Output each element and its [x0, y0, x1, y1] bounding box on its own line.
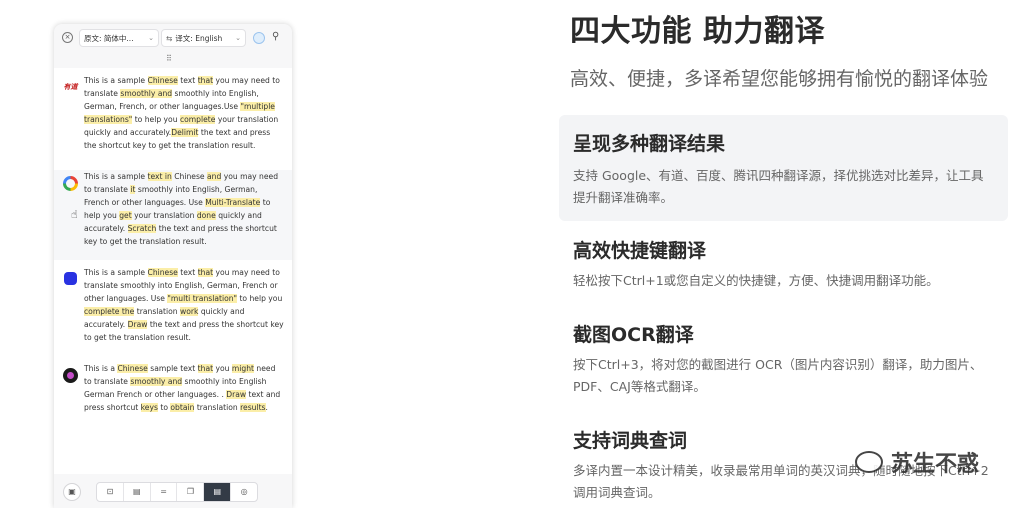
- target-language-select[interactable]: ⇆ 译文: English ⌄: [161, 29, 246, 47]
- translator-bottom-bar: ▣ ⊡ ▤ = ❐ ▤ ◎: [54, 476, 292, 508]
- page-title: 四大功能 助力翻译: [570, 14, 825, 49]
- highlighted-word: that: [197, 364, 214, 373]
- result-baidu: This is a sample Chinese text that you m…: [54, 266, 292, 356]
- translation-text: This is a Chinese sample text that you m…: [84, 364, 281, 412]
- target-language-label: 译文:: [175, 33, 193, 43]
- document-icon[interactable]: ▤: [204, 483, 232, 501]
- feature-ocr[interactable]: 截图OCR翻译 按下Ctrl+3，将对您的截图进行 OCR（图片内容识别）翻译，…: [559, 314, 1008, 402]
- highlighted-word: work: [180, 307, 199, 316]
- shield-icon[interactable]: [253, 32, 265, 44]
- highlighted-word: might: [231, 364, 254, 373]
- highlighted-word: results: [240, 403, 266, 412]
- translation-results: 有道 This is a sample Chinese text that yo…: [54, 68, 292, 474]
- highlighted-word: Multi-Translate: [205, 198, 261, 207]
- highlighted-word: done: [196, 211, 216, 220]
- feature-description: 轻松按下Ctrl+1或您自定义的快捷键，方便、快捷调用翻译功能。: [573, 273, 939, 288]
- translation-text: This is a sample text in Chinese and you…: [84, 172, 279, 246]
- baidu-logo-icon: [64, 272, 77, 285]
- highlighted-word: complete the: [84, 307, 135, 316]
- highlighted-word: Draw: [127, 320, 148, 329]
- highlighted-word: obtain: [170, 403, 195, 412]
- target-language-value: English: [195, 33, 223, 43]
- result-youdao: 有道 This is a sample Chinese text that yo…: [54, 74, 292, 164]
- chevron-down-icon: ⌄: [148, 34, 154, 42]
- translator-toolbar: ⊡ ▤ = ❐ ▤ ◎: [96, 482, 258, 502]
- pin-icon[interactable]: ⚲: [272, 31, 279, 42]
- translation-text: This is a sample Chinese text that you m…: [84, 268, 284, 342]
- copy-icon[interactable]: ❐: [177, 483, 205, 501]
- page-subtitle: 高效、便捷，多译希望您能够拥有愉悦的翻译体验: [570, 68, 989, 90]
- result-google: ☝ This is a sample text in Chinese and y…: [54, 170, 292, 260]
- feature-description: 按下Ctrl+3，将对您的截图进行 OCR（图片内容识别）翻译，助力图片、PDF…: [573, 357, 983, 394]
- watermark-text: 苏生不惑: [891, 452, 980, 477]
- feature-title: 高效快捷键翻译: [573, 240, 707, 262]
- highlighted-word: Draw: [226, 390, 247, 399]
- result-tencent: This is a Chinese sample text that you m…: [54, 362, 292, 426]
- feature-multi-results[interactable]: 呈现多种翻译结果 支持 Google、有道、百度、腾讯四种翻译源，择优挑选对比差…: [559, 115, 1008, 221]
- feature-title: 支持词典查词: [573, 430, 688, 452]
- close-icon[interactable]: ×: [62, 32, 73, 43]
- swap-icon[interactable]: ⇆: [166, 34, 172, 43]
- highlighted-word: that: [197, 268, 214, 277]
- clipboard-icon[interactable]: ▤: [124, 483, 151, 501]
- source-language-label: 原文:: [84, 33, 102, 43]
- highlighted-word: Scratch: [127, 224, 157, 233]
- watermark: 苏生不惑: [855, 446, 979, 478]
- highlighted-word: text in: [147, 172, 172, 181]
- drag-handle-icon[interactable]: ⠿: [166, 54, 173, 63]
- chevron-down-icon: ⌄: [235, 34, 241, 42]
- highlighted-word: that: [197, 76, 214, 85]
- screenshot-icon[interactable]: ▣: [63, 483, 81, 501]
- highlighted-word: Chinese: [147, 76, 178, 85]
- feature-shortcut[interactable]: 高效快捷键翻译 轻松按下Ctrl+1或您自定义的快捷键，方便、快捷调用翻译功能。: [559, 230, 1008, 300]
- youdao-logo-icon: 有道: [63, 80, 78, 95]
- translation-text: This is a sample Chinese text that you m…: [84, 76, 280, 150]
- wechat-icon: [855, 451, 883, 473]
- highlighted-word: get: [119, 211, 132, 220]
- hand-cursor-icon: ☝: [71, 208, 78, 221]
- highlighted-word: Delimit: [171, 128, 199, 137]
- highlighted-word: and: [207, 172, 222, 181]
- highlighted-word: it: [130, 185, 136, 194]
- highlighted-word: complete: [179, 115, 216, 124]
- highlighted-word: smoothly and: [130, 377, 183, 386]
- stop-icon[interactable]: ⊡: [97, 483, 124, 501]
- translator-window: × 原文: 简体中... ⌄ ⇆ 译文: English ⌄ ⚲ ⠿ 有道 Th…: [54, 24, 292, 508]
- source-language-select[interactable]: 原文: 简体中... ⌄: [79, 29, 159, 47]
- google-logo-icon: [63, 176, 78, 191]
- feature-title: 呈现多种翻译结果: [573, 133, 726, 155]
- highlighted-word: Chinese: [147, 268, 178, 277]
- menu-icon[interactable]: =: [151, 483, 178, 501]
- highlighted-word: keys: [140, 403, 158, 412]
- highlighted-word: Chinese: [117, 364, 148, 373]
- tencent-logo-icon: [63, 368, 78, 383]
- translator-topbar: × 原文: 简体中... ⌄ ⇆ 译文: English ⌄ ⚲: [54, 24, 292, 52]
- eye-off-icon[interactable]: ◎: [231, 483, 257, 501]
- page: × 原文: 简体中... ⌄ ⇆ 译文: English ⌄ ⚲ ⠿ 有道 Th…: [0, 0, 1019, 508]
- feature-description: 支持 Google、有道、百度、腾讯四种翻译源，择优挑选对比差异，让工具提升翻译…: [573, 168, 984, 205]
- highlighted-word: smoothly and: [120, 89, 173, 98]
- source-language-value: 简体中...: [103, 33, 134, 43]
- highlighted-word: "multi translation": [167, 294, 238, 303]
- feature-title: 截图OCR翻译: [573, 324, 694, 346]
